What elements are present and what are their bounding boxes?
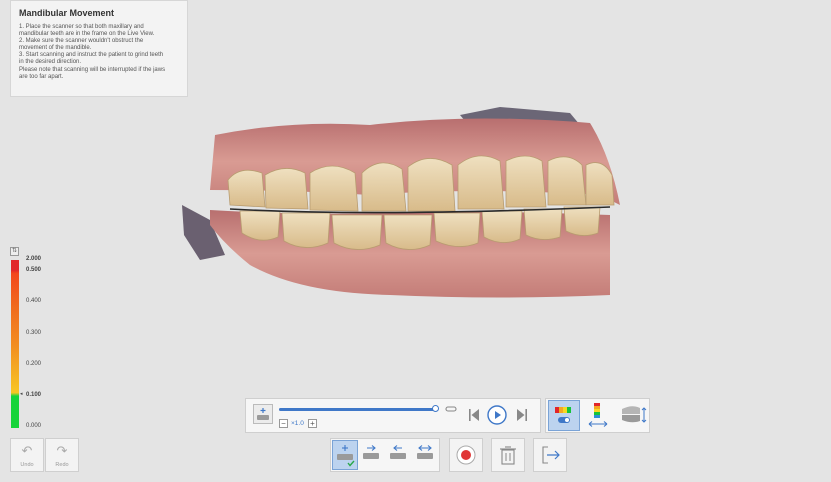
occlusion-map-toggle[interactable]: [583, 400, 615, 431]
record-icon: [456, 445, 476, 465]
exit-button[interactable]: [533, 438, 567, 472]
scanner-check-icon: [337, 445, 355, 467]
record-button[interactable]: [449, 438, 483, 472]
skip-next-icon[interactable]: [516, 408, 528, 422]
scanner-add-icon: [257, 408, 269, 420]
legend-tick: 0.400: [26, 298, 42, 304]
instruction-line: 2. Make sure the scanner wouldn't obstru…: [19, 38, 144, 45]
timeline-track[interactable]: [279, 405, 439, 412]
speed-increase-button[interactable]: +: [308, 419, 317, 428]
deviation-map-toggle[interactable]: [548, 400, 580, 431]
timeline-fill: [279, 408, 435, 411]
redo-icon: ↷: [56, 443, 68, 458]
occlusion-scale-icon: [588, 403, 608, 427]
instruction-line: mandibular teeth are in the frame on the…: [19, 31, 155, 38]
arrow-both-icon: [417, 445, 433, 459]
instruction-line: 1. Place the scanner so that both maxill…: [19, 24, 144, 30]
arrow-left-icon: [390, 445, 406, 459]
panel-title: Mandibular Movement: [19, 8, 115, 18]
redo-label: Redo: [55, 462, 69, 468]
loop-icon[interactable]: [445, 403, 457, 415]
direction-left-button[interactable]: [386, 440, 412, 470]
color-scale-bar: [11, 260, 19, 428]
delete-button[interactable]: [491, 438, 525, 472]
direction-right-button[interactable]: [359, 440, 385, 470]
trash-icon: [500, 446, 516, 465]
legend-tick: 2.000: [26, 256, 42, 262]
legend-settings-icon[interactable]: ⇅: [10, 247, 19, 256]
undo-label: Undo: [20, 462, 34, 468]
timeline-handle[interactable]: [431, 405, 439, 412]
undo-icon: ↶: [21, 443, 33, 458]
jaw-movement-toggle[interactable]: [618, 400, 650, 431]
movement-direction-group: [330, 438, 440, 472]
direction-both-button[interactable]: [413, 440, 439, 470]
deviation-legend: ⇅ 2.000 0.500 0.400 0.300 0.200 0.100 0.…: [8, 247, 58, 437]
view-mode-group: [545, 398, 650, 433]
legend-tick: 0.500: [26, 267, 42, 273]
legend-tick: 0.200: [26, 361, 42, 367]
add-frame-button[interactable]: [253, 404, 273, 424]
instruction-line: 3. Start scanning and instruct the patie…: [19, 52, 164, 59]
playback-bar: − ×1.0 +: [245, 398, 541, 433]
instruction-line: are too far apart.: [19, 73, 64, 80]
play-button[interactable]: [487, 405, 507, 425]
legend-tick: 0.100: [26, 392, 42, 398]
jaw-model-icon: [622, 406, 647, 423]
redo-button[interactable]: ↷ Redo: [45, 438, 79, 472]
exit-icon: [542, 446, 560, 464]
undo-button[interactable]: ↶ Undo: [10, 438, 44, 472]
legend-tick: 0.000: [26, 423, 42, 429]
playback-speed: ×1.0: [291, 420, 304, 427]
instruction-line: Please note that scanning will be interr…: [19, 66, 166, 73]
instruction-line: in the desired direction.: [19, 59, 82, 66]
skip-previous-icon[interactable]: [468, 408, 480, 422]
direction-default-button[interactable]: [332, 440, 358, 470]
threshold-marker-icon: ◂: [20, 391, 23, 397]
instruction-line: movement of the mandible.: [19, 45, 92, 52]
dental-scan-3d-view[interactable]: [170, 95, 640, 305]
arrow-right-icon: [363, 445, 379, 459]
instructions-panel: Mandibular Movement 1. Place the scanner…: [10, 0, 188, 97]
speed-decrease-button[interactable]: −: [279, 419, 288, 428]
color-map-on-icon: [555, 407, 571, 423]
legend-tick: 0.300: [26, 330, 42, 336]
